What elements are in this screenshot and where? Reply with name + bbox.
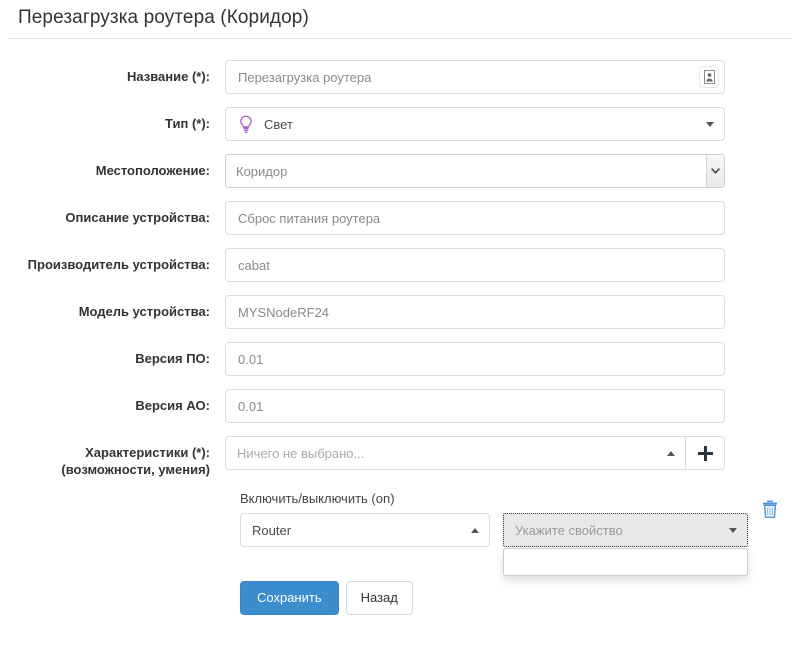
chevron-down-icon	[706, 121, 714, 127]
field-wrap-name	[225, 60, 725, 94]
form-actions: Сохранить Назад	[240, 581, 799, 615]
location-select[interactable]: Коридор	[225, 154, 725, 188]
form-row-hardware-version: Версия АО:	[0, 389, 799, 423]
form-row-description: Описание устройства:	[0, 201, 799, 235]
page-title: Перезагрузка роутера (Коридор)	[18, 7, 309, 28]
capability-property-select[interactable]: Укажите свойство	[503, 513, 748, 547]
chevron-up-icon	[471, 527, 479, 533]
form-row-name: Название (*):	[0, 60, 799, 94]
capability-property-dropdown-panel[interactable]	[503, 548, 748, 576]
credential-card-icon[interactable]	[699, 66, 719, 88]
field-wrap-model	[225, 295, 725, 329]
field-wrap-hardware-version	[225, 389, 725, 423]
form-row-capabilities: Характеристики (*): (возможности, умения…	[0, 436, 799, 478]
capability-property-placeholder: Укажите свойство	[515, 522, 623, 538]
capability-device-wrap: Router	[240, 513, 490, 547]
back-button[interactable]: Назад	[345, 581, 413, 615]
label-manufacturer: Производитель устройства:	[27, 257, 210, 272]
form-row-model: Модель устройства:	[0, 295, 799, 329]
label-description: Описание устройства:	[65, 210, 210, 225]
page-header: Перезагрузка роутера (Коридор)	[8, 0, 791, 39]
device-form: Название (*): Тип (*):	[0, 39, 799, 615]
field-wrap-manufacturer	[225, 248, 725, 282]
field-wrap-description	[225, 201, 725, 235]
chevron-down-icon	[729, 527, 737, 533]
capability-device-select[interactable]: Router	[240, 513, 490, 547]
software-version-input[interactable]	[225, 342, 725, 376]
label-capabilities-sub: (возможности, умения)	[61, 462, 210, 477]
capabilities-placeholder: Ничего не выбрано...	[237, 445, 365, 461]
model-input[interactable]	[225, 295, 725, 329]
field-wrap-type: Свет	[225, 107, 725, 141]
delete-capability-button[interactable]	[757, 496, 783, 522]
form-row-software-version: Версия ПО:	[0, 342, 799, 376]
label-capabilities: Характеристики (*): (возможности, умения…	[0, 436, 225, 478]
trash-icon	[763, 500, 777, 518]
manufacturer-input[interactable]	[225, 248, 725, 282]
form-row-type: Тип (*): Свет	[0, 107, 799, 141]
form-row-manufacturer: Производитель устройства:	[0, 248, 799, 282]
field-wrap-software-version	[225, 342, 725, 376]
capability-item: Включить/выключить (on) Router Укажите с…	[240, 491, 780, 576]
field-wrap-capabilities: Ничего не выбрано...	[225, 436, 725, 470]
label-capabilities-main: Характеристики (*):	[85, 445, 210, 460]
label-location: Местоположение:	[95, 163, 210, 178]
capability-item-title: Включить/выключить (on)	[240, 491, 395, 506]
chevron-up-icon	[667, 450, 675, 456]
capability-property-wrap: Укажите свойство	[503, 513, 748, 576]
label-hardware-version: Версия АО:	[135, 398, 210, 413]
hardware-version-input[interactable]	[225, 389, 725, 423]
label-software-version: Версия ПО:	[135, 351, 210, 366]
capability-item-row: Router Укажите свойство	[240, 500, 780, 576]
plus-icon	[697, 445, 713, 461]
form-row-location: Местоположение: Коридор	[0, 154, 799, 188]
label-type: Тип (*):	[165, 116, 210, 131]
add-capability-button[interactable]	[685, 436, 725, 470]
capability-device-value: Router	[252, 522, 292, 538]
type-select-value: Свет	[264, 116, 293, 132]
description-input[interactable]	[225, 201, 725, 235]
type-select[interactable]: Свет	[225, 107, 725, 141]
label-name: Название (*):	[126, 69, 210, 84]
field-wrap-location: Коридор	[225, 154, 725, 188]
name-input[interactable]	[225, 60, 725, 94]
label-model: Модель устройства:	[78, 304, 210, 319]
capabilities-multiselect[interactable]: Ничего не выбрано...	[225, 436, 686, 470]
lightbulb-icon	[240, 115, 252, 133]
save-button[interactable]: Сохранить	[240, 581, 339, 615]
capabilities-input-group: Ничего не выбрано...	[225, 436, 725, 470]
